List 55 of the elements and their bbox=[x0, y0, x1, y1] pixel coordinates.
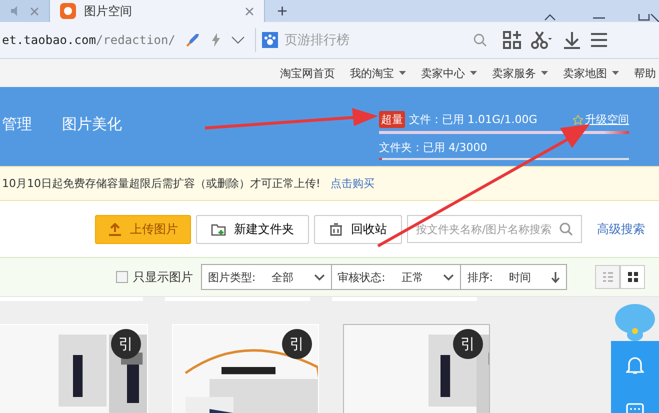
list-icon bbox=[602, 272, 612, 282]
advanced-search-link[interactable]: 高级搜索 bbox=[597, 220, 645, 238]
caret-icon bbox=[399, 71, 406, 75]
search-icon[interactable] bbox=[559, 222, 573, 236]
paw-icon bbox=[262, 32, 278, 48]
grid-view-button[interactable] bbox=[620, 265, 645, 289]
search-icon[interactable] bbox=[473, 33, 488, 47]
site-nav-link[interactable]: 卖家地图 bbox=[563, 66, 619, 80]
close-icon[interactable] bbox=[30, 6, 39, 16]
site-nav-link[interactable]: 卖家服务 bbox=[492, 66, 548, 80]
folder-usage-text: 文件夹：已用 4/3000 bbox=[379, 140, 488, 154]
buy-link[interactable]: 点击购买 bbox=[330, 176, 374, 191]
trash-icon bbox=[329, 222, 343, 236]
scissors-icon[interactable] bbox=[531, 31, 554, 49]
recycle-bin-button[interactable]: 回收站 bbox=[314, 214, 402, 244]
filter-select[interactable]: 图片类型: 全部 bbox=[202, 265, 332, 289]
tab-title: 图片空间 bbox=[84, 2, 133, 20]
close-icon[interactable] bbox=[245, 6, 254, 16]
chevron-down-icon bbox=[314, 274, 325, 280]
star-icon bbox=[573, 114, 583, 124]
apps-icon[interactable] bbox=[503, 31, 522, 49]
arrow-down-icon bbox=[551, 272, 560, 282]
caret-icon bbox=[612, 71, 619, 75]
image-card[interactable]: 引 bbox=[343, 324, 490, 413]
checkbox[interactable] bbox=[116, 271, 128, 283]
grid-icon bbox=[628, 272, 638, 282]
sort-control[interactable]: 排序: 时间 bbox=[461, 265, 566, 289]
upload-icon bbox=[108, 222, 122, 236]
checkbox-label: 只显示图片 bbox=[132, 268, 193, 286]
site-nav-link[interactable]: 淘宝网首页 bbox=[280, 66, 335, 80]
site-nav-link[interactable]: 帮助 bbox=[634, 66, 656, 80]
download-icon[interactable] bbox=[563, 31, 582, 49]
chevron-down-icon bbox=[443, 274, 454, 280]
image-card[interactable]: 引 bbox=[172, 324, 319, 413]
dropdown-icon[interactable] bbox=[231, 36, 246, 44]
tab-logo-icon bbox=[60, 3, 76, 19]
over-limit-badge: 超量 bbox=[379, 111, 405, 128]
site-nav-link[interactable]: 卖家中心 bbox=[421, 66, 477, 80]
bell-icon[interactable] bbox=[626, 355, 644, 375]
address-field[interactable]: et.taobao.com/redaction/ bbox=[0, 33, 176, 47]
notice-text: 10月10日起免费存储容量超限后需扩容（或删除）才可正常上传! bbox=[2, 176, 320, 191]
file-usage-text: 文件：已用 1.01G/1.00G bbox=[409, 112, 538, 127]
site-nav-link[interactable]: 我的淘宝 bbox=[350, 66, 406, 80]
new-folder-button[interactable]: 新建文件夹 bbox=[196, 214, 309, 244]
image-card[interactable]: 引 bbox=[0, 324, 148, 413]
browser-tab[interactable] bbox=[0, 0, 50, 22]
caret-icon bbox=[470, 71, 477, 75]
new-tab-button[interactable]: + bbox=[265, 0, 300, 22]
folder-plus-icon bbox=[211, 222, 226, 236]
chat-icon[interactable] bbox=[626, 403, 644, 413]
filter-select[interactable]: 审核状态: 正常 bbox=[332, 265, 462, 289]
caret-icon bbox=[541, 71, 548, 75]
menu-icon[interactable] bbox=[591, 32, 608, 48]
browser-tab[interactable]: 图片空间 bbox=[50, 0, 265, 22]
lightning-icon[interactable] bbox=[211, 33, 222, 47]
